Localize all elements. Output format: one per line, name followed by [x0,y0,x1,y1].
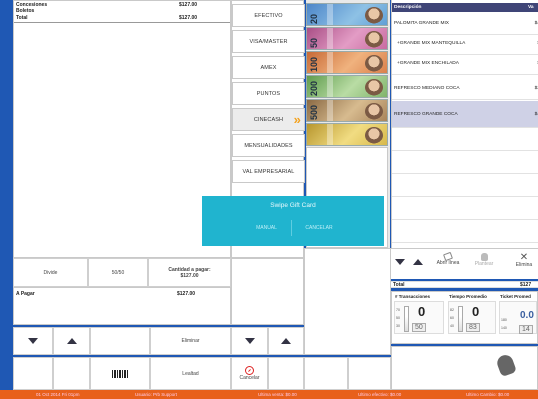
clapping-hands-icon [495,352,517,378]
status-last-change: Ultimo Cambio: $0.00 [466,392,510,397]
bill-portrait-icon [365,79,383,96]
payment-cinecash-button[interactable]: CINECASH » [232,108,305,131]
ticket-gauge: 180 140 0.0 14 [499,301,537,334]
order-empty-row [392,174,538,197]
payment-efectivo-button[interactable]: EFECTIVO [232,4,305,27]
split-50-50-button[interactable]: 50/50 [88,258,148,287]
chevron-down-icon [395,259,405,265]
order-item-selected[interactable]: REFRESCO GRANDE COCA$4 [392,101,538,128]
gift-card-cancel-button[interactable]: CANCELAR [294,220,344,236]
order-scroll-up-button[interactable] [413,259,423,265]
status-last-cash: Ultimo efectivo: $0.00 [358,392,402,397]
order-total-row: Total $127 [391,281,538,288]
ticket-line-boletos: Boletos [16,8,35,14]
chevron-up-icon [281,338,291,344]
scroll-down-button[interactable] [13,327,53,355]
eliminar-left-button[interactable]: Eliminar [150,327,231,355]
eliminar-order-button[interactable]: ✕ Elimina [509,253,538,277]
cantidad-a-pagar: Cantidad a pagar: $127.00 [148,258,231,287]
center-scroll-up-button[interactable] [268,327,304,355]
bill-gold[interactable] [306,123,388,146]
plantear-button[interactable]: Plantear [467,253,501,277]
order-actions: Abrir línea Plantear ✕ Elimina [391,248,538,279]
barcode-button[interactable] [90,357,150,390]
order-empty-row [392,128,538,151]
status-user: Usuario: Prb Support [135,392,178,397]
chevron-down-icon [28,338,38,344]
order-panel: Descripción Va PALOMITA GRANDE MIX$4 +GR… [391,0,538,248]
cancel-icon [245,366,254,375]
ticket-total-divider [14,22,230,23]
bill-portrait-icon [365,7,383,24]
center-lower-blank [231,258,304,325]
close-icon: ✕ [519,252,529,263]
chevron-up-icon [413,259,423,265]
bill-50[interactable]: 50 [306,27,388,50]
payment-mensualidades-button[interactable]: MENSUALIDADES [232,134,305,157]
order-empty-row [392,151,538,174]
cancelar-button[interactable]: Cancelar [231,357,268,390]
order-item[interactable]: +GRANDE MIX ENCHILADA$ [392,52,538,75]
bill-portrait-icon [365,127,383,144]
tiempo-gauge: 82 60 40 0 83 [448,301,496,334]
ticket-line-total: Total $127.00 [16,15,198,21]
gift-card-popup: Swipe Gift Card MANUAL CANCELAR [202,196,384,246]
bill-200[interactable]: 200 [306,75,388,98]
status-last-sale: Ultima venta: $0.00 [258,392,297,397]
order-item[interactable]: REFRESCO MEDIANO COCA$3 [392,77,538,100]
bill-20[interactable]: 20 [306,3,388,26]
bottom-blank-2[interactable] [53,357,90,390]
hand-icon [480,253,488,261]
bill-portrait-icon [365,103,383,120]
chevron-right-icon: » [293,112,301,127]
status-date: 01 Oct 2014 Fri 01pm [36,392,80,397]
bill-100[interactable]: 100 [306,51,388,74]
bill-portrait-icon [365,55,383,72]
ticket-summary-panel: Concesiones $127.00 Boletos Total $127.0… [13,0,231,258]
gift-card-manual-button[interactable]: MANUAL [242,220,292,236]
blank-button-1[interactable] [90,327,150,355]
bottom-blank-1[interactable] [13,357,53,390]
payment-amex-button[interactable]: AMEX [232,56,305,79]
scroll-up-button[interactable] [53,327,90,355]
bottom-blank-5[interactable] [348,357,391,390]
help-hands-area[interactable] [391,346,538,390]
payment-val-empresarial-button[interactable]: VAL EMPRESARIAL [232,160,305,183]
abrir-linea-button[interactable]: Abrir línea [431,251,465,277]
lealtad-button[interactable]: Lealtad [150,357,231,390]
center-scroll-down-button[interactable] [231,327,268,355]
divide-button[interactable]: Divide [13,258,88,287]
bill-500[interactable]: 500 [306,99,388,122]
mid-blank-panel [304,248,391,355]
a-pagar-panel: A Pagar $127.00 [13,287,231,325]
bottom-blank-4[interactable] [304,357,348,390]
payment-puntos-button[interactable]: PUNTOS [232,82,305,105]
bill-portrait-icon [365,31,383,48]
bottom-blank-3[interactable] [268,357,304,390]
gift-card-title: Swipe Gift Card [270,202,316,209]
payment-visa-master-button[interactable]: VISA/MASTER [232,30,305,53]
transacciones-gauge: 70 50 30 0 50 [394,301,444,334]
chevron-up-icon [66,338,77,344]
order-empty-row [392,197,538,220]
barcode-icon [112,369,128,378]
order-header: Descripción Va [392,3,538,12]
status-bar: 01 Oct 2014 Fri 01pm Usuario: Prb Suppor… [0,390,538,399]
stats-panel: # Transacciones Tiempo Promedio Ticket P… [391,291,538,344]
order-scroll-down-button[interactable] [395,259,405,265]
chevron-down-icon [244,338,255,344]
order-empty-row [392,220,538,243]
